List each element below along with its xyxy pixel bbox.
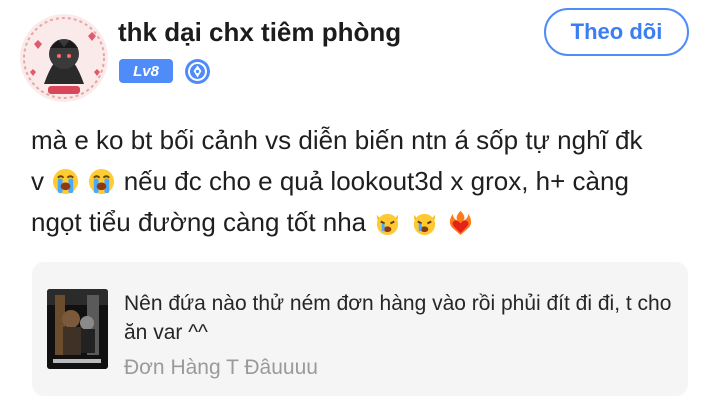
post-card: thk dại chx tiêm phòng Lv8 Theo dõi mà e… [0,0,719,406]
username[interactable]: thk dại chx tiêm phòng [118,17,401,48]
post-line-2: v nếu đc cho e quả lookout3d x grox, h+ … [31,161,701,202]
quoted-post-source[interactable]: Đơn Hàng T Đâuuuu [124,356,318,380]
avatar-image [20,14,108,102]
post-line-3-text: ngọt tiểu đường càng tốt nha [31,207,367,237]
level-badge: Lv8 [119,59,173,83]
follow-button[interactable]: Theo dõi [544,8,689,56]
loudly-crying-face-icon [89,168,115,195]
heart-on-fire-icon [449,210,471,236]
avatar[interactable] [20,14,108,102]
loudly-crying-face-icon [53,168,79,195]
quoted-post-text: Nên đứa nào thử ném đơn hàng vào rồi phủ… [124,292,672,344]
post-line-3: ngọt tiểu đường càng tốt nha [31,202,701,243]
post-line-2-prefix: v [31,166,44,196]
verified-badge-icon [185,59,210,84]
weary-cat-icon [377,213,399,236]
quoted-post[interactable]: Nên đứa nào thử ném đơn hàng vào rồi phủ… [32,262,688,396]
post-line-1: mà e ko bt bối cảnh vs diễn biến ntn á s… [31,125,643,155]
post-body: mà e ko bt bối cảnh vs diễn biến ntn á s… [31,120,701,243]
quoted-post-thumbnail [47,289,108,369]
weary-cat-icon [413,213,435,236]
thumbnail-image [47,289,108,369]
post-line-2-suffix: nếu đc cho e quả lookout3d x grox, h+ cà… [123,166,629,196]
